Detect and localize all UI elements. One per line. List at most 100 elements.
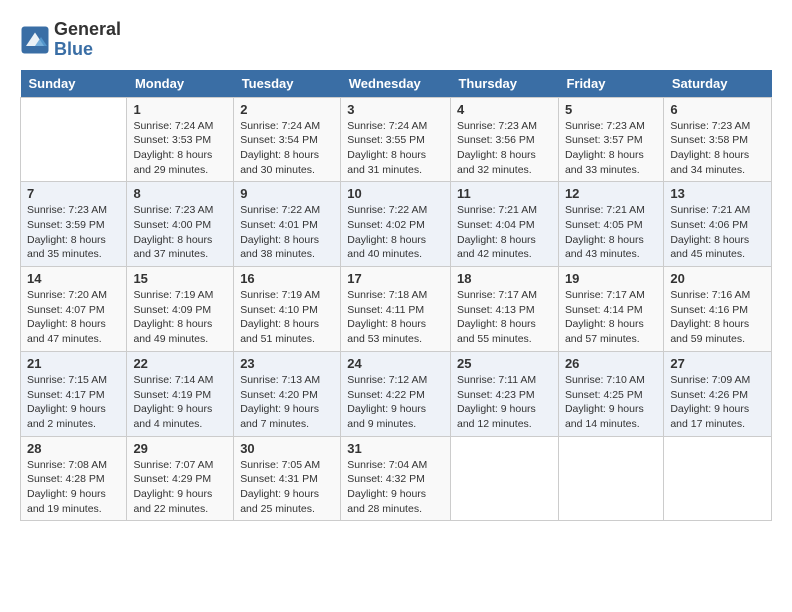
day-number: 28 bbox=[27, 441, 120, 456]
calendar-cell: 26 Sunrise: 7:10 AM Sunset: 4:25 PM Dayli… bbox=[558, 351, 663, 436]
day-info: Sunrise: 7:23 AM Sunset: 3:57 PM Dayligh… bbox=[565, 119, 657, 178]
day-info: Sunrise: 7:23 AM Sunset: 3:58 PM Dayligh… bbox=[670, 119, 765, 178]
day-info: Sunrise: 7:24 AM Sunset: 3:54 PM Dayligh… bbox=[240, 119, 334, 178]
calendar-cell: 1 Sunrise: 7:24 AM Sunset: 3:53 PM Daylig… bbox=[127, 97, 234, 182]
day-number: 20 bbox=[670, 271, 765, 286]
calendar-cell: 8 Sunrise: 7:23 AM Sunset: 4:00 PM Daylig… bbox=[127, 182, 234, 267]
day-number: 25 bbox=[457, 356, 552, 371]
day-number: 19 bbox=[565, 271, 657, 286]
calendar-cell bbox=[664, 436, 772, 521]
day-info: Sunrise: 7:15 AM Sunset: 4:17 PM Dayligh… bbox=[27, 373, 120, 432]
logo-text: General Blue bbox=[54, 20, 121, 60]
calendar-cell: 4 Sunrise: 7:23 AM Sunset: 3:56 PM Daylig… bbox=[450, 97, 558, 182]
day-info: Sunrise: 7:20 AM Sunset: 4:07 PM Dayligh… bbox=[27, 288, 120, 347]
calendar-cell: 2 Sunrise: 7:24 AM Sunset: 3:54 PM Daylig… bbox=[234, 97, 341, 182]
calendar-cell: 21 Sunrise: 7:15 AM Sunset: 4:17 PM Dayli… bbox=[21, 351, 127, 436]
calendar-cell: 5 Sunrise: 7:23 AM Sunset: 3:57 PM Daylig… bbox=[558, 97, 663, 182]
calendar-table: SundayMondayTuesdayWednesdayThursdayFrid… bbox=[20, 70, 772, 522]
weekday-header-tuesday: Tuesday bbox=[234, 70, 341, 98]
weekday-header-sunday: Sunday bbox=[21, 70, 127, 98]
calendar-cell: 31Sunrise: 7:04 AM Sunset: 4:32 PM Dayli… bbox=[341, 436, 451, 521]
day-number: 30 bbox=[240, 441, 334, 456]
day-number: 21 bbox=[27, 356, 120, 371]
day-number: 7 bbox=[27, 186, 120, 201]
weekday-header-saturday: Saturday bbox=[664, 70, 772, 98]
day-info: Sunrise: 7:17 AM Sunset: 4:14 PM Dayligh… bbox=[565, 288, 657, 347]
day-number: 1 bbox=[133, 102, 227, 117]
day-info: Sunrise: 7:08 AM Sunset: 4:28 PM Dayligh… bbox=[27, 458, 120, 517]
day-number: 23 bbox=[240, 356, 334, 371]
day-info: Sunrise: 7:05 AM Sunset: 4:31 PM Dayligh… bbox=[240, 458, 334, 517]
calendar-cell: 7 Sunrise: 7:23 AM Sunset: 3:59 PM Daylig… bbox=[21, 182, 127, 267]
calendar-cell: 16 Sunrise: 7:19 AM Sunset: 4:10 PM Dayli… bbox=[234, 267, 341, 352]
calendar-cell: 30 Sunrise: 7:05 AM Sunset: 4:31 PM Dayli… bbox=[234, 436, 341, 521]
day-number: 11 bbox=[457, 186, 552, 201]
calendar-cell bbox=[558, 436, 663, 521]
calendar-cell: 14 Sunrise: 7:20 AM Sunset: 4:07 PM Dayli… bbox=[21, 267, 127, 352]
calendar-cell: 20Sunrise: 7:16 AM Sunset: 4:16 PM Dayli… bbox=[664, 267, 772, 352]
day-info: Sunrise: 7:17 AM Sunset: 4:13 PM Dayligh… bbox=[457, 288, 552, 347]
day-number: 18 bbox=[457, 271, 552, 286]
day-info: Sunrise: 7:23 AM Sunset: 4:00 PM Dayligh… bbox=[133, 203, 227, 262]
calendar-cell: 6Sunrise: 7:23 AM Sunset: 3:58 PM Daylig… bbox=[664, 97, 772, 182]
calendar-week-row: 14 Sunrise: 7:20 AM Sunset: 4:07 PM Dayli… bbox=[21, 267, 772, 352]
day-info: Sunrise: 7:07 AM Sunset: 4:29 PM Dayligh… bbox=[133, 458, 227, 517]
calendar-cell: 9 Sunrise: 7:22 AM Sunset: 4:01 PM Daylig… bbox=[234, 182, 341, 267]
day-number: 5 bbox=[565, 102, 657, 117]
calendar-cell: 22 Sunrise: 7:14 AM Sunset: 4:19 PM Dayli… bbox=[127, 351, 234, 436]
day-info: Sunrise: 7:23 AM Sunset: 3:56 PM Dayligh… bbox=[457, 119, 552, 178]
header: General Blue bbox=[20, 20, 772, 60]
day-info: Sunrise: 7:18 AM Sunset: 4:11 PM Dayligh… bbox=[347, 288, 444, 347]
day-number: 16 bbox=[240, 271, 334, 286]
calendar-cell: 29 Sunrise: 7:07 AM Sunset: 4:29 PM Dayli… bbox=[127, 436, 234, 521]
day-info: Sunrise: 7:23 AM Sunset: 3:59 PM Dayligh… bbox=[27, 203, 120, 262]
day-number: 26 bbox=[565, 356, 657, 371]
weekday-header-wednesday: Wednesday bbox=[341, 70, 451, 98]
day-info: Sunrise: 7:21 AM Sunset: 4:04 PM Dayligh… bbox=[457, 203, 552, 262]
day-number: 22 bbox=[133, 356, 227, 371]
day-number: 14 bbox=[27, 271, 120, 286]
day-number: 29 bbox=[133, 441, 227, 456]
day-number: 13 bbox=[670, 186, 765, 201]
calendar-week-row: 21 Sunrise: 7:15 AM Sunset: 4:17 PM Dayli… bbox=[21, 351, 772, 436]
day-number: 12 bbox=[565, 186, 657, 201]
day-info: Sunrise: 7:09 AM Sunset: 4:26 PM Dayligh… bbox=[670, 373, 765, 432]
calendar-cell: 24 Sunrise: 7:12 AM Sunset: 4:22 PM Dayli… bbox=[341, 351, 451, 436]
day-number: 4 bbox=[457, 102, 552, 117]
day-info: Sunrise: 7:10 AM Sunset: 4:25 PM Dayligh… bbox=[565, 373, 657, 432]
calendar-week-row: 1 Sunrise: 7:24 AM Sunset: 3:53 PM Daylig… bbox=[21, 97, 772, 182]
day-number: 24 bbox=[347, 356, 444, 371]
weekday-header-thursday: Thursday bbox=[450, 70, 558, 98]
calendar-cell: 12 Sunrise: 7:21 AM Sunset: 4:05 PM Dayli… bbox=[558, 182, 663, 267]
day-number: 15 bbox=[133, 271, 227, 286]
calendar-cell: 23 Sunrise: 7:13 AM Sunset: 4:20 PM Dayli… bbox=[234, 351, 341, 436]
day-info: Sunrise: 7:11 AM Sunset: 4:23 PM Dayligh… bbox=[457, 373, 552, 432]
day-info: Sunrise: 7:13 AM Sunset: 4:20 PM Dayligh… bbox=[240, 373, 334, 432]
weekday-header-row: SundayMondayTuesdayWednesdayThursdayFrid… bbox=[21, 70, 772, 98]
calendar-cell: 28 Sunrise: 7:08 AM Sunset: 4:28 PM Dayli… bbox=[21, 436, 127, 521]
weekday-header-monday: Monday bbox=[127, 70, 234, 98]
calendar-week-row: 7 Sunrise: 7:23 AM Sunset: 3:59 PM Daylig… bbox=[21, 182, 772, 267]
calendar-cell: 18 Sunrise: 7:17 AM Sunset: 4:13 PM Dayli… bbox=[450, 267, 558, 352]
day-info: Sunrise: 7:21 AM Sunset: 4:06 PM Dayligh… bbox=[670, 203, 765, 262]
day-info: Sunrise: 7:04 AM Sunset: 4:32 PM Dayligh… bbox=[347, 458, 444, 517]
day-info: Sunrise: 7:14 AM Sunset: 4:19 PM Dayligh… bbox=[133, 373, 227, 432]
day-number: 8 bbox=[133, 186, 227, 201]
calendar-cell: 27Sunrise: 7:09 AM Sunset: 4:26 PM Dayli… bbox=[664, 351, 772, 436]
calendar-cell: 19 Sunrise: 7:17 AM Sunset: 4:14 PM Dayli… bbox=[558, 267, 663, 352]
calendar-week-row: 28 Sunrise: 7:08 AM Sunset: 4:28 PM Dayli… bbox=[21, 436, 772, 521]
day-info: Sunrise: 7:24 AM Sunset: 3:53 PM Dayligh… bbox=[133, 119, 227, 178]
day-info: Sunrise: 7:21 AM Sunset: 4:05 PM Dayligh… bbox=[565, 203, 657, 262]
calendar-cell bbox=[450, 436, 558, 521]
calendar-cell: 13 Sunrise: 7:21 AM Sunset: 4:06 PM Dayli… bbox=[664, 182, 772, 267]
day-info: Sunrise: 7:19 AM Sunset: 4:10 PM Dayligh… bbox=[240, 288, 334, 347]
calendar-cell: 10Sunrise: 7:22 AM Sunset: 4:02 PM Dayli… bbox=[341, 182, 451, 267]
logo: General Blue bbox=[20, 20, 121, 60]
day-number: 2 bbox=[240, 102, 334, 117]
day-number: 17 bbox=[347, 271, 444, 286]
day-info: Sunrise: 7:12 AM Sunset: 4:22 PM Dayligh… bbox=[347, 373, 444, 432]
day-number: 9 bbox=[240, 186, 334, 201]
logo-icon bbox=[20, 25, 50, 55]
day-number: 3 bbox=[347, 102, 444, 117]
day-info: Sunrise: 7:22 AM Sunset: 4:01 PM Dayligh… bbox=[240, 203, 334, 262]
